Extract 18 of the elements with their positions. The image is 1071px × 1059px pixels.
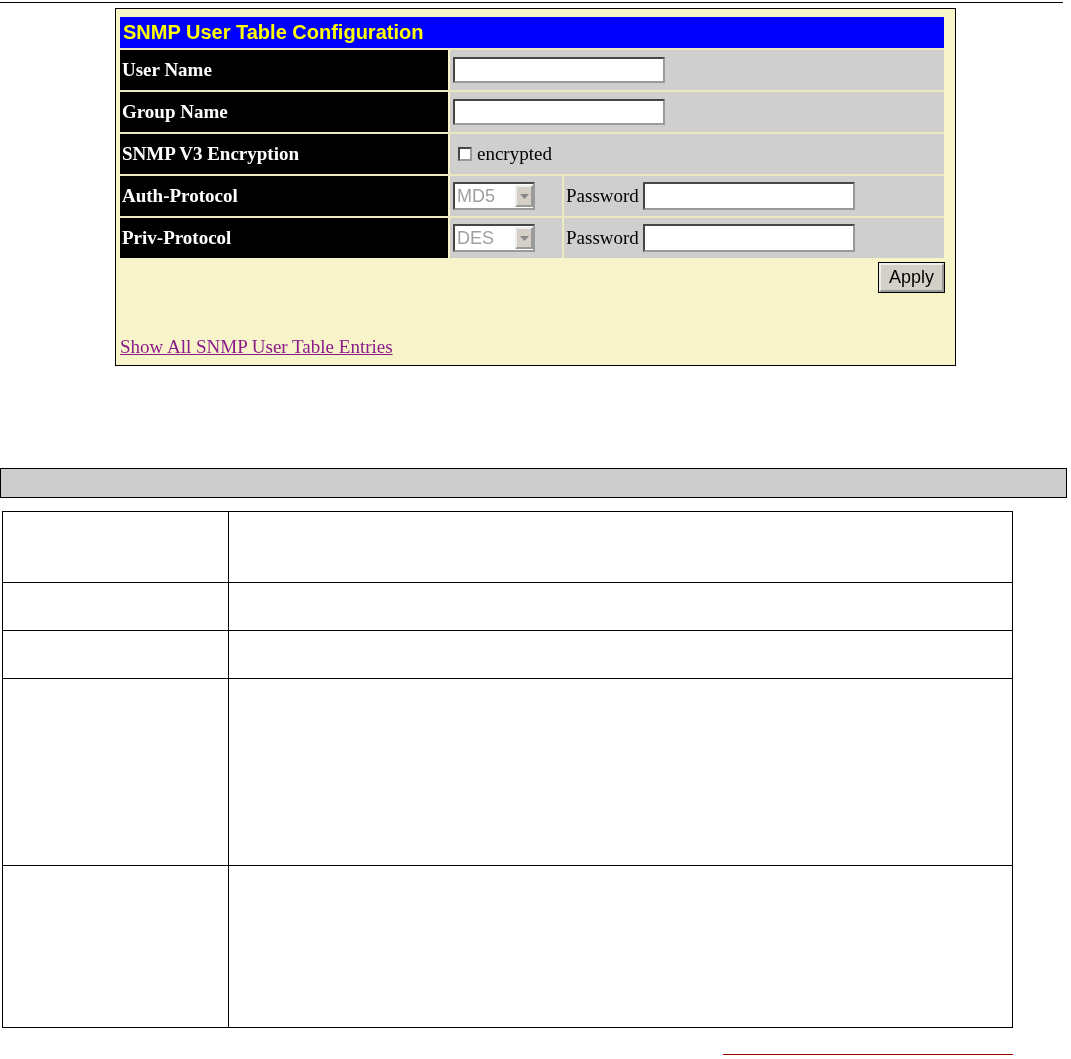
password-input-field[interactable] — [642, 182, 855, 210]
text-input-field[interactable] — [453, 57, 665, 83]
password-label: Password — [566, 185, 639, 207]
field-label: Priv-Protocol — [120, 218, 448, 258]
dropdown-arrow-icon — [519, 235, 529, 241]
password-label: Password — [566, 227, 639, 249]
text-input-field[interactable] — [453, 99, 665, 125]
field-label: Group Name — [120, 92, 448, 132]
field-label: SNMP V3 Encryption — [120, 134, 448, 174]
show-entries-link[interactable]: Show All SNMP User Table Entries — [120, 336, 393, 358]
panel-title: SNMP User Table Configuration — [120, 17, 944, 48]
checkbox[interactable] — [458, 147, 472, 161]
dropdown-arrow-icon — [519, 193, 529, 199]
password-input-field[interactable] — [642, 224, 855, 252]
checkbox-label: encrypted — [477, 143, 552, 165]
field-label: User Name — [120, 50, 448, 90]
apply-button[interactable]: Apply — [878, 263, 944, 292]
field-label: Auth-Protocol — [120, 176, 448, 216]
